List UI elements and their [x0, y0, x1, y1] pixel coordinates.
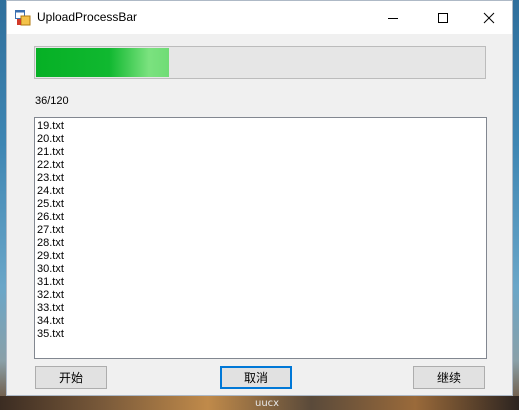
app-window-icon [15, 10, 31, 26]
close-button[interactable] [466, 1, 512, 34]
window-title: UploadProcessBar [37, 10, 138, 24]
minimize-icon [388, 17, 398, 19]
list-item[interactable]: 20.txt [37, 133, 486, 146]
maximize-icon [438, 12, 448, 23]
app-window: UploadProcessBar 36/120 19.txt 20.txt 21.t… [6, 0, 513, 396]
list-item[interactable]: 19.txt [37, 120, 486, 133]
list-item[interactable]: 29.txt [37, 250, 486, 263]
minimize-button[interactable] [370, 1, 416, 34]
list-item[interactable]: 32.txt [37, 289, 486, 302]
list-item[interactable]: 25.txt [37, 198, 486, 211]
list-item[interactable]: 23.txt [37, 172, 486, 185]
file-list: 19.txt 20.txt 21.txt 22.txt 23.txt 24.txt 25.t… [35, 118, 486, 341]
upload-progress-bar [34, 46, 486, 79]
list-item[interactable]: 22.txt [37, 159, 486, 172]
list-item[interactable]: 27.txt [37, 224, 486, 237]
maximize-button[interactable] [420, 1, 466, 34]
list-item[interactable]: 30.txt [37, 263, 486, 276]
close-icon [483, 12, 495, 23]
progress-count-label: 36/120 [35, 95, 69, 107]
cancel-button[interactable]: 取消 [220, 366, 292, 389]
start-button[interactable]: 开始 [35, 366, 107, 389]
title-bar[interactable]: UploadProcessBar [7, 1, 512, 34]
list-item[interactable]: 24.txt [37, 185, 486, 198]
list-item[interactable]: 34.txt [37, 315, 486, 328]
list-item[interactable]: 26.txt [37, 211, 486, 224]
desktop-label: uucx [255, 398, 280, 409]
list-item[interactable]: 31.txt [37, 276, 486, 289]
list-item[interactable]: 21.txt [37, 146, 486, 159]
continue-button[interactable]: 继续 [413, 366, 485, 389]
list-item[interactable]: 28.txt [37, 237, 486, 250]
progress-fill [36, 48, 169, 77]
list-item[interactable]: 33.txt [37, 302, 486, 315]
list-item[interactable]: 35.txt [37, 328, 486, 341]
file-listbox[interactable]: 19.txt 20.txt 21.txt 22.txt 23.txt 24.txt 25.t… [34, 117, 487, 359]
